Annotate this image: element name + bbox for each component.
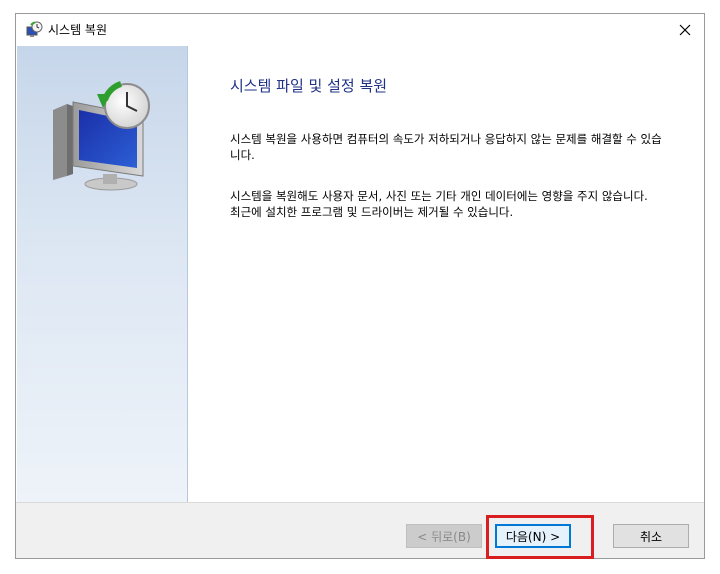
system-restore-icon [25, 21, 43, 39]
window-title: 시스템 복원 [48, 23, 108, 37]
button-bar: < 뒤로(B) 다음(N) > 취소 [16, 502, 704, 559]
next-button[interactable]: 다음(N) > [495, 524, 571, 548]
back-button[interactable]: < 뒤로(B) [406, 524, 482, 548]
page-heading: 시스템 파일 및 설정 복원 [230, 77, 388, 95]
description-paragraph-2: 시스템을 복원해도 사용자 문서, 사진 또는 기타 개인 데이터에는 영향을 … [230, 189, 648, 219]
title-bar: 시스템 복원 [16, 14, 704, 46]
content-area: 시스템 파일 및 설정 복원 시스템 복원을 사용하면 컴퓨터의 속도가 저하되… [188, 46, 704, 502]
cancel-button[interactable]: 취소 [613, 524, 689, 548]
close-icon [679, 24, 691, 36]
system-restore-hero-icon [53, 81, 150, 191]
description-paragraph-1: 시스템 복원을 사용하면 컴퓨터의 속도가 저하되거나 응답하지 않는 문제를 … [230, 132, 662, 162]
side-panel [17, 46, 188, 502]
close-button[interactable] [666, 14, 704, 46]
system-restore-window: 시스템 복원 시스템 파일 및 설정 복원 시스템 복원을 사용하면 컴퓨터의 … [15, 13, 705, 559]
